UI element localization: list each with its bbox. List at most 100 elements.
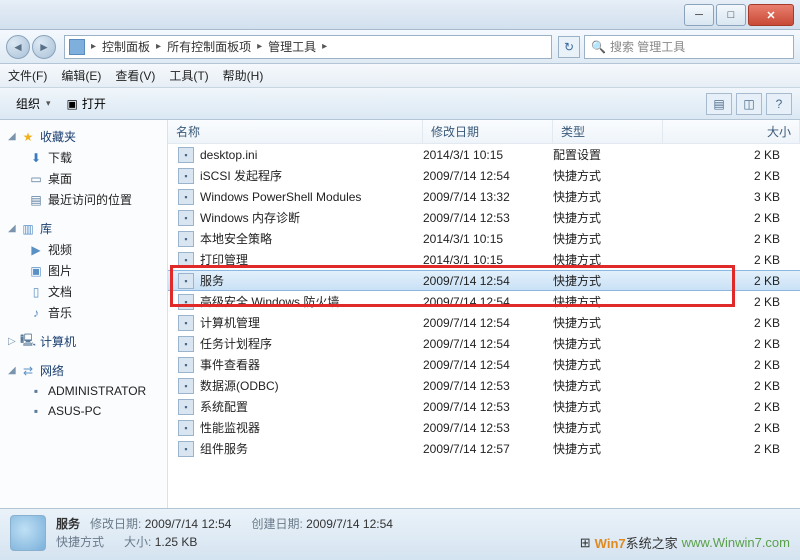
file-size: 2 KB [663,379,800,393]
file-date: 2009/7/14 12:57 [423,442,553,456]
file-row[interactable]: ▪Windows PowerShell Modules2009/7/14 13:… [168,186,800,207]
file-row[interactable]: ▪本地安全策略2014/3/1 10:15快捷方式2 KB [168,228,800,249]
breadcrumb-seg-2[interactable]: 所有控制面板项 [163,38,255,55]
document-icon: ▯ [28,284,44,300]
file-date: 2009/7/14 12:54 [423,169,553,183]
file-row[interactable]: ▪组件服务2009/7/14 12:57快捷方式2 KB [168,438,800,459]
sidebar-videos[interactable]: ▶视频 [0,239,167,260]
address-bar[interactable]: ▸ 控制面板 ▸ 所有控制面板项 ▸ 管理工具 ▸ [64,35,552,59]
sidebar-downloads[interactable]: ⬇下载 [0,147,167,168]
file-size: 2 KB [663,211,800,225]
explorer-body: ◢ ★ 收藏夹 ⬇下载 ▭桌面 ▤最近访问的位置 ◢ ▥ 库 ▶视频 ▣图片 ▯… [0,120,800,508]
file-date: 2009/7/14 12:53 [423,400,553,414]
file-row[interactable]: ▪iSCSI 发起程序2009/7/14 12:54快捷方式2 KB [168,165,800,186]
preview-pane-button[interactable]: ◫ [736,93,762,115]
sidebar-computer[interactable]: ▷ 🖳 计算机 [0,331,167,352]
nav-back-button[interactable]: ◄ [6,35,30,59]
sidebar-network-pc-2[interactable]: ▪ASUS-PC [0,401,167,421]
menu-file[interactable]: 文件(F) [8,67,47,84]
menu-edit[interactable]: 编辑(E) [61,67,101,84]
refresh-button[interactable]: ↻ [558,36,580,58]
file-list[interactable]: ▪desktop.ini2014/3/1 10:15配置设置2 KB▪iSCSI… [168,144,800,508]
col-date[interactable]: 修改日期 [423,120,553,143]
file-name: Windows PowerShell Modules [200,190,361,204]
pc-icon: ▪ [28,383,44,399]
open-button[interactable]: ▣打开 [59,92,114,115]
sidebar-libraries[interactable]: ◢ ▥ 库 [0,218,167,239]
file-row[interactable]: ▪数据源(ODBC)2009/7/14 12:53快捷方式2 KB [168,375,800,396]
file-row[interactable]: ▪计算机管理2009/7/14 12:54快捷方式2 KB [168,312,800,333]
file-name: 事件查看器 [200,356,260,373]
sidebar-network-pc-1[interactable]: ▪ADMINISTRATOR [0,381,167,401]
file-size: 2 KB [663,274,800,288]
file-type: 快捷方式 [553,251,663,268]
expand-icon[interactable]: ▷ [8,336,18,347]
menu-help[interactable]: 帮助(H) [223,67,264,84]
file-type: 配置设置 [553,146,663,163]
collapse-icon[interactable]: ◢ [8,365,18,376]
menu-view[interactable]: 查看(V) [115,67,155,84]
collapse-icon[interactable]: ◢ [8,223,18,234]
file-row[interactable]: ▪事件查看器2009/7/14 12:54快捷方式2 KB [168,354,800,375]
pc-icon: ▪ [28,403,44,419]
file-row[interactable]: ▪Windows 内存诊断2009/7/14 12:53快捷方式2 KB [168,207,800,228]
file-type: 快捷方式 [553,272,663,289]
sidebar-music[interactable]: ♪音乐 [0,302,167,323]
chevron-icon[interactable]: ▸ [89,41,98,52]
desktop-icon: ▭ [28,171,44,187]
file-icon: ▪ [178,357,194,373]
organize-button[interactable]: 组织▾ [8,92,59,115]
menu-tools[interactable]: 工具(T) [169,67,208,84]
maximize-button[interactable]: □ [716,4,746,26]
navigation-tree: ◢ ★ 收藏夹 ⬇下载 ▭桌面 ▤最近访问的位置 ◢ ▥ 库 ▶视频 ▣图片 ▯… [0,120,168,508]
file-row[interactable]: ▪服务2009/7/14 12:54快捷方式2 KB [168,270,800,291]
file-icon: ▪ [178,147,194,163]
file-icon: ▪ [178,378,194,394]
col-name[interactable]: 名称 [168,120,423,143]
file-row[interactable]: ▪任务计划程序2009/7/14 12:54快捷方式2 KB [168,333,800,354]
collapse-icon[interactable]: ◢ [8,131,18,142]
view-options-button[interactable]: ▤ [706,93,732,115]
status-bar: 服务 修改日期: 2009/7/14 12:54 创建日期: 2009/7/14… [0,508,800,556]
file-icon: ▪ [178,252,194,268]
sidebar-documents[interactable]: ▯文档 [0,281,167,302]
file-icon: ▪ [178,294,194,310]
minimize-button[interactable]: ─ [684,4,714,26]
file-row[interactable]: ▪系统配置2009/7/14 12:53快捷方式2 KB [168,396,800,417]
help-button[interactable]: ? [766,93,792,115]
file-date: 2014/3/1 10:15 [423,148,553,162]
file-icon: ▪ [178,420,194,436]
sidebar-desktop[interactable]: ▭桌面 [0,168,167,189]
file-row[interactable]: ▪高级安全 Windows 防火墙2009/7/14 12:54快捷方式2 KB [168,291,800,312]
watermark: ⊞ Win7系统之家 www.Winwin7.com [580,533,790,552]
sidebar-network[interactable]: ◢ ⇄ 网络 [0,360,167,381]
file-date: 2009/7/14 12:54 [423,274,553,288]
file-type: 快捷方式 [553,314,663,331]
col-type[interactable]: 类型 [553,120,663,143]
file-name: 系统配置 [200,398,248,415]
col-size[interactable]: 大小 [663,120,800,143]
file-row[interactable]: ▪打印管理2014/3/1 10:15快捷方式2 KB [168,249,800,270]
file-size: 2 KB [663,169,800,183]
breadcrumb-seg-1[interactable]: 控制面板 [98,38,154,55]
breadcrumb-seg-3[interactable]: 管理工具 [264,38,320,55]
status-info: 服务 修改日期: 2009/7/14 12:54 创建日期: 2009/7/14… [56,515,393,551]
search-input[interactable]: 🔍 搜索 管理工具 [584,35,794,59]
file-type: 快捷方式 [553,188,663,205]
file-row[interactable]: ▪性能监视器2009/7/14 12:53快捷方式2 KB [168,417,800,438]
file-size: 2 KB [663,232,800,246]
sidebar-recent[interactable]: ▤最近访问的位置 [0,189,167,210]
close-button[interactable]: ✕ [748,4,794,26]
file-size: 2 KB [663,337,800,351]
nav-forward-button[interactable]: ► [32,35,56,59]
file-icon: ▪ [178,336,194,352]
chevron-icon[interactable]: ▸ [255,41,264,52]
file-icon: ▪ [178,168,194,184]
file-row[interactable]: ▪desktop.ini2014/3/1 10:15配置设置2 KB [168,144,800,165]
sidebar-favorites[interactable]: ◢ ★ 收藏夹 [0,126,167,147]
sidebar-pictures[interactable]: ▣图片 [0,260,167,281]
chevron-icon[interactable]: ▸ [154,41,163,52]
file-date: 2009/7/14 12:53 [423,421,553,435]
file-size: 3 KB [663,190,800,204]
chevron-icon[interactable]: ▸ [320,41,329,52]
